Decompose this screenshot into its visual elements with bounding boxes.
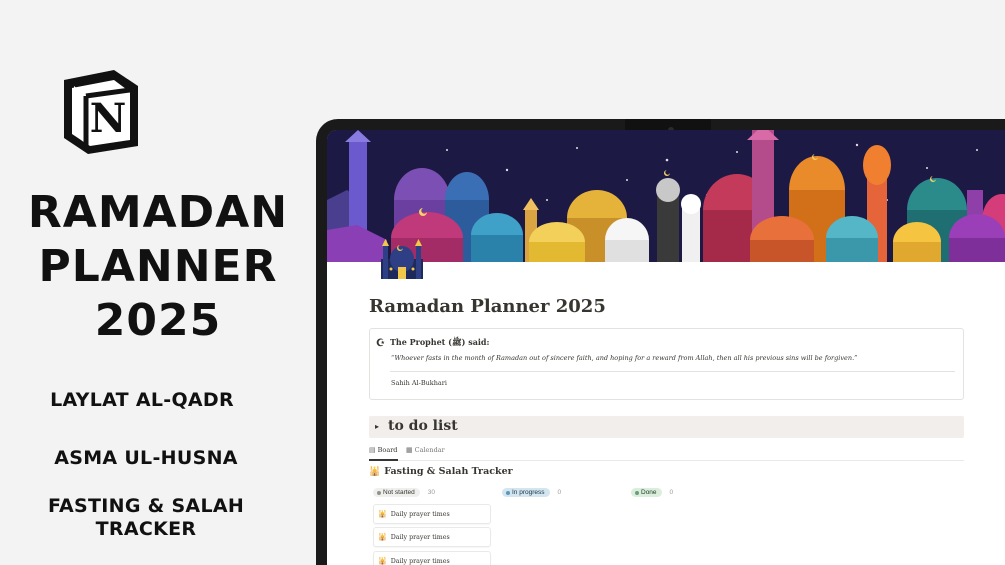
- mosque-page-icon[interactable]: [377, 233, 427, 283]
- tab-calendar[interactable]: ▦ Calendar: [406, 446, 445, 454]
- database-title[interactable]: 🕌 Fasting & Salah Tracker: [369, 466, 513, 477]
- board-card[interactable]: 🕌 Daily prayer times: [373, 551, 491, 565]
- status-dot: [635, 490, 639, 495]
- board-group-not-started[interactable]: Not started 30: [373, 488, 435, 497]
- mosque-small-icon: 🕌: [378, 533, 387, 541]
- board-card[interactable]: 🕌 Daily prayer times: [373, 527, 491, 547]
- board-group-done[interactable]: Done 0: [631, 488, 673, 497]
- quote-heading-text: The Prophet (ﷺ) said:: [389, 337, 490, 347]
- todo-toggle-block[interactable]: ▸ to do list: [369, 416, 964, 438]
- status-label: In progress: [512, 489, 545, 496]
- card-title: Daily prayer times: [390, 533, 450, 541]
- tab-board[interactable]: ▤ Board: [369, 446, 399, 461]
- group-count: 0: [669, 489, 674, 496]
- todo-heading: to do list: [388, 418, 458, 434]
- mosque-small-icon: 🕌: [378, 557, 387, 565]
- quote-divider: [390, 371, 955, 372]
- notion-page-screen: Ramadan Planner 2025 ☪ The Prophet (ﷺ) s…: [327, 130, 1005, 565]
- feature-laylat-al-qadr: LAYLAT AL-QADR: [50, 389, 234, 411]
- status-dot: [506, 490, 510, 495]
- promo-title-line: 2025: [94, 295, 222, 346]
- status-badge: Not started: [373, 488, 420, 497]
- promo-title-line: PLANNER: [38, 241, 278, 292]
- quote-source: Sahih Al-Bukhari: [391, 379, 447, 387]
- group-count: 30: [427, 489, 436, 496]
- mosque-small-icon: 🕌: [378, 510, 387, 518]
- board-group-in-progress[interactable]: In progress 0: [502, 488, 561, 497]
- board-icon: ▤: [369, 446, 376, 454]
- page-title[interactable]: Ramadan Planner 2025: [369, 296, 606, 317]
- status-badge: Done: [631, 488, 662, 497]
- status-dot: [377, 490, 381, 495]
- calendar-icon: ▦: [406, 446, 413, 454]
- promo-title: RAMADAN PLANNER 2025: [20, 186, 296, 348]
- feature-fasting-salah-tracker: FASTING & SALAH TRACKER: [8, 495, 284, 541]
- feature-asma-ul-husna: ASMA UL-HUSNA: [54, 447, 238, 469]
- quote-heading: ☪ The Prophet (ﷺ) said:: [376, 337, 489, 349]
- feature-line: TRACKER: [95, 518, 197, 540]
- notion-logo-icon: N: [64, 70, 138, 154]
- quote-text: “Whoever fasts in the month of Ramadan o…: [391, 354, 858, 362]
- crescent-moon-icon: ☪: [376, 337, 385, 349]
- tab-label: Board: [377, 446, 398, 454]
- group-count: 0: [557, 489, 562, 496]
- mosque-skyline-illustration: [327, 130, 1005, 262]
- feature-line: FASTING & SALAH: [47, 495, 245, 517]
- card-title: Daily prayer times: [390, 557, 450, 565]
- toggle-triangle-icon[interactable]: ▸: [375, 422, 379, 431]
- promo-title-line: RAMADAN: [27, 187, 289, 238]
- database-title-text: Fasting & Salah Tracker: [384, 466, 513, 477]
- database-view-tabs: ▤ Board ▦ Calendar: [369, 444, 964, 461]
- board-card[interactable]: 🕌 Daily prayer times: [373, 504, 491, 524]
- mosque-small-icon: 🕌: [369, 466, 381, 477]
- quote-callout[interactable]: ☪ The Prophet (ﷺ) said: “Whoever fasts i…: [369, 328, 964, 400]
- svg-text:N: N: [90, 95, 127, 142]
- status-label: Not started: [383, 489, 415, 496]
- page-cover-image[interactable]: [327, 130, 1005, 262]
- tab-label: Calendar: [414, 446, 445, 454]
- status-badge: In progress: [502, 488, 550, 497]
- laptop-frame: Ramadan Planner 2025 ☪ The Prophet (ﷺ) s…: [316, 119, 1005, 565]
- card-title: Daily prayer times: [390, 510, 450, 518]
- status-label: Done: [641, 489, 657, 496]
